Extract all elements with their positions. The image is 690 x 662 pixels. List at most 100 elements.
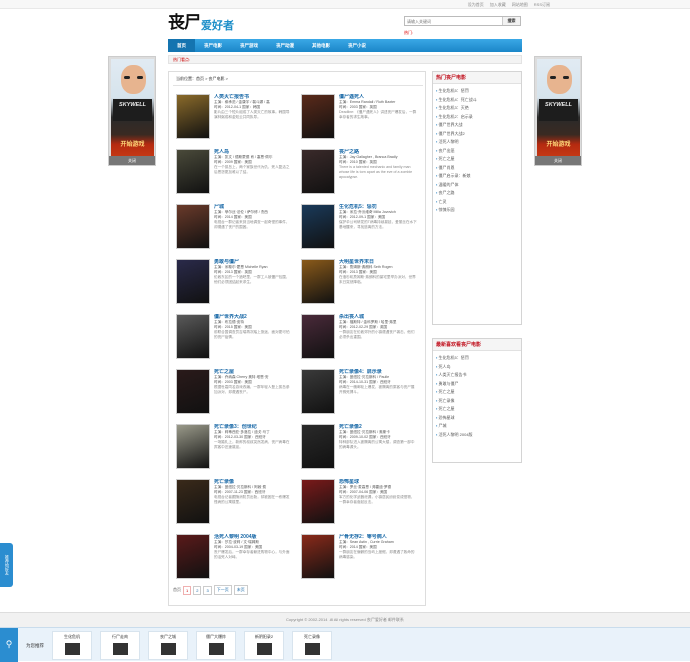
search-icon[interactable]: ⚲ (0, 628, 18, 662)
movie-poster[interactable] (301, 149, 335, 194)
recommend-item[interactable]: 生化危机 (52, 631, 92, 660)
pager-page-2[interactable]: 2 (193, 585, 202, 595)
movie-info: 恐怖星球 主演：罗丝·麦高恩 / 弗雷迪·罗德 时间：2007-04-06 国家：美… (339, 479, 418, 510)
movie-desc: 伦敦东区的一个酒吧里，一群工人被僵尸包围，他们必须团结起来求生。 (214, 275, 290, 284)
pager-last[interactable]: 末页 (233, 585, 248, 595)
recent-movie-link[interactable]: 死人岛 (436, 363, 521, 372)
movie-item[interactable]: 勇敢与僵尸 主演：米歇尔·霍恩 Michelle Ryan 时间：2013 国家：英… (176, 259, 293, 307)
movie-item[interactable]: 死亡录像4：启示录 主演：曼纽拉·贝拉斯科 / Paulle 时间：2014-10-… (301, 369, 418, 417)
hot-movie-link[interactable]: 死亡之屋 (436, 155, 521, 164)
movie-poster[interactable] (176, 259, 210, 304)
movie-poster[interactable] (176, 479, 210, 524)
recent-movie-link[interactable]: 死亡录像 (436, 397, 521, 406)
site-logo[interactable]: 丧尸 爱好者 (168, 13, 234, 33)
movie-poster[interactable] (301, 534, 335, 579)
movie-poster[interactable] (301, 314, 335, 359)
nav-home[interactable]: 首页 (168, 39, 195, 52)
hot-movie-link[interactable]: 僵尸世界大战 (436, 121, 521, 130)
pager-page-3[interactable]: 3 (203, 585, 212, 595)
movie-poster[interactable] (301, 424, 335, 469)
recommend-item[interactable]: 丧尸之城 (148, 631, 188, 660)
movie-item[interactable]: 恐怖星球 主演：罗丝·麦高恩 / 弗雷迪·罗德 时间：2007-04-06 国家：美… (301, 479, 418, 527)
sitemap-link[interactable]: 网站地图 (512, 2, 528, 8)
movie-poster[interactable] (176, 534, 210, 579)
rss-link[interactable]: RSS订阅 (534, 2, 550, 8)
hot-movie-link[interactable]: 丧尸之路 (436, 189, 521, 198)
nav-zombie-movies[interactable]: 丧尸电影 (195, 39, 231, 52)
movie-poster[interactable] (301, 479, 335, 524)
movie-item[interactable]: 活死人黎明 2004版 主演：莎拉·波莉 / 文·瑞姆斯 时间：2004-03-19… (176, 534, 293, 582)
hot-movie-link[interactable]: 生化危机5：惩罚 (436, 87, 521, 96)
recommend-item[interactable]: 新阴阳录2 (244, 631, 284, 660)
movie-poster[interactable] (176, 369, 210, 414)
set-homepage-link[interactable]: 设为首页 (468, 2, 484, 8)
ad-close-button[interactable]: 关闭 (109, 156, 155, 165)
movie-item[interactable]: 死人岛 主演：凯文 / 德斯蒙德 肖 / 塞恩·佩尔 时间：2009 国家：美国 在一… (176, 149, 293, 197)
movie-info: 生化危机5：惩罚 主演：米拉·乔沃维奇 Milla Jovovich 时间：2012… (339, 204, 418, 235)
movie-item[interactable]: 死亡之屋 主演：乔纳森 Cherry 奥特 塔恩·安 时间：2003 国家：美国 根据… (176, 369, 293, 417)
nav-zombie-anime[interactable]: 丧尸动漫 (267, 39, 303, 52)
recommend-item-label: 生化危机 (64, 634, 80, 639)
search-input[interactable] (405, 17, 502, 25)
recent-movie-link[interactable]: 活死人黎明 2004版 (436, 431, 521, 440)
nav-zombie-games[interactable]: 丧尸游戏 (231, 39, 267, 52)
left-side-ad[interactable]: SKYWELL 开始游戏 关闭 (108, 56, 156, 166)
share-side-tab[interactable]: 推荐给好友 (0, 543, 13, 587)
movie-poster[interactable] (301, 259, 335, 304)
movie-poster[interactable] (301, 204, 335, 249)
movie-poster[interactable] (301, 94, 335, 139)
pager-next[interactable]: 下一页 (213, 585, 232, 595)
hot-movie-link[interactable]: 僵尸肖恩 (436, 164, 521, 173)
hot-movie-link[interactable]: 亡灵 (436, 198, 521, 207)
movie-info: 丧尸之路 主演：Jay Gallagher , Branca Bradly 时间：2… (339, 149, 418, 180)
recent-movie-link[interactable]: 死亡之屋 (436, 405, 521, 414)
movie-item[interactable]: 人类灭亡报告书 主演：柳承范 / 金康宇 / 裴斗娜 / 高时间：2012-04-… (176, 94, 293, 142)
hot-movie-link[interactable]: 僵尸启示录：新娘 (436, 172, 521, 181)
pager-first[interactable]: 首页 (173, 587, 181, 593)
movie-item[interactable]: 死亡录像2 主演：曼纽拉·贝拉斯科 / 奥斯卡 时间：2009-10-02 国家：西… (301, 424, 418, 472)
movie-poster[interactable] (176, 94, 210, 139)
logo-text-zombie: 丧尸 (168, 13, 201, 33)
movie-poster[interactable] (176, 424, 210, 469)
hot-movie-link[interactable]: 生化危机3：灭绝 (436, 104, 521, 113)
movie-item[interactable]: 僵尸世界大战2 主演：布拉德·皮特 时间：2015 国家：美国 前联合国调查员吉瑞再次… (176, 314, 293, 362)
nav-other-movies[interactable]: 其他电影 (303, 39, 339, 52)
pager-page-1[interactable]: 1 (183, 585, 192, 595)
recent-movie-link[interactable]: 死亡之屋 (436, 388, 521, 397)
ad-game-text: 开始游戏 (546, 142, 571, 148)
movie-item[interactable]: 僵尸遇死人 主演：Emma Randall / Ruth Baxter 时间：200… (301, 94, 418, 142)
hot-movie-link[interactable]: 活死人黎明 (436, 138, 521, 147)
recommend-item[interactable]: 僵尸大爆炸 (196, 631, 236, 660)
hot-movie-link[interactable]: 丧尸出笼 (436, 147, 521, 156)
movie-item[interactable]: 死亡录像 主演：曼纽拉·贝拉斯科 / 阿敦·费 时间：2007-11-23 国家：西… (176, 479, 293, 527)
hot-movie-link[interactable]: 生化危机4：死亡战斗 (436, 96, 521, 105)
recent-movie-link[interactable]: 生化危机5：惩罚 (436, 354, 521, 363)
nav-zombie-novels[interactable]: 丧尸小说 (339, 39, 375, 52)
recent-movie-link[interactable]: 人类灭亡报告书 (436, 371, 521, 380)
movie-item[interactable]: 死亡录像3：创世纪 主演：莉蒂西亚·多洛拉 / 迪戈·马丁 时间：2012-03-3… (176, 424, 293, 472)
ad-close-button[interactable]: 关闭 (535, 156, 581, 165)
search-button[interactable]: 搜索 (502, 17, 520, 25)
recent-movie-link[interactable]: 勇敢与僵尸 (436, 380, 521, 389)
recent-movie-link[interactable]: 尸城 (436, 422, 521, 431)
movie-item[interactable]: 杀出丧人城 主演：福斯特 / 金科罗斯 / 哈里·弗里 时间：2012-02-29 … (301, 314, 418, 362)
hot-movie-link[interactable]: 温暖的尸体 (436, 181, 521, 190)
add-favorite-link[interactable]: 加入收藏 (490, 2, 506, 8)
movie-item[interactable]: 尸骨无存2：零号病人 主演：Sean Astin , Currie Graham 时… (301, 534, 418, 582)
hot-movie-link[interactable]: 惊悚乐园 (436, 206, 521, 215)
recent-movie-link[interactable]: 恐怖星球 (436, 414, 521, 423)
movie-poster[interactable] (176, 149, 210, 194)
recommend-item[interactable]: 行尸走肉 (100, 631, 140, 660)
movie-item[interactable]: 丧尸之路 主演：Jay Gallagher , Branca Bradly 时间：2… (301, 149, 418, 197)
hot-movies-title: 热门丧尸电影 (433, 72, 521, 84)
hot-movie-link[interactable]: 僵尸世界大战2 (436, 130, 521, 139)
movie-poster[interactable] (176, 204, 210, 249)
movie-poster[interactable] (301, 369, 335, 414)
movie-item[interactable]: 尸城 主演：菲尔丝·法伦 / 萨尔修 / 杰西 时间：2014 国家：美国 电视台一群… (176, 204, 293, 252)
movie-item[interactable]: 大明星世界末日 主演：詹姆斯·弗朗科 Seth Rogen 时间：2013 国家：美… (301, 259, 418, 307)
hot-movie-link[interactable]: 生化危机2：启示录 (436, 113, 521, 122)
right-side-ad[interactable]: SKYWELL 开始游戏 关闭 (534, 56, 582, 166)
movie-poster[interactable] (176, 314, 210, 359)
movie-item[interactable]: 生化危机5：惩罚 主演：米拉·乔沃维奇 Milla Jovovich 时间：2012… (301, 204, 418, 252)
recommend-item[interactable]: 死亡录像 (292, 631, 332, 660)
